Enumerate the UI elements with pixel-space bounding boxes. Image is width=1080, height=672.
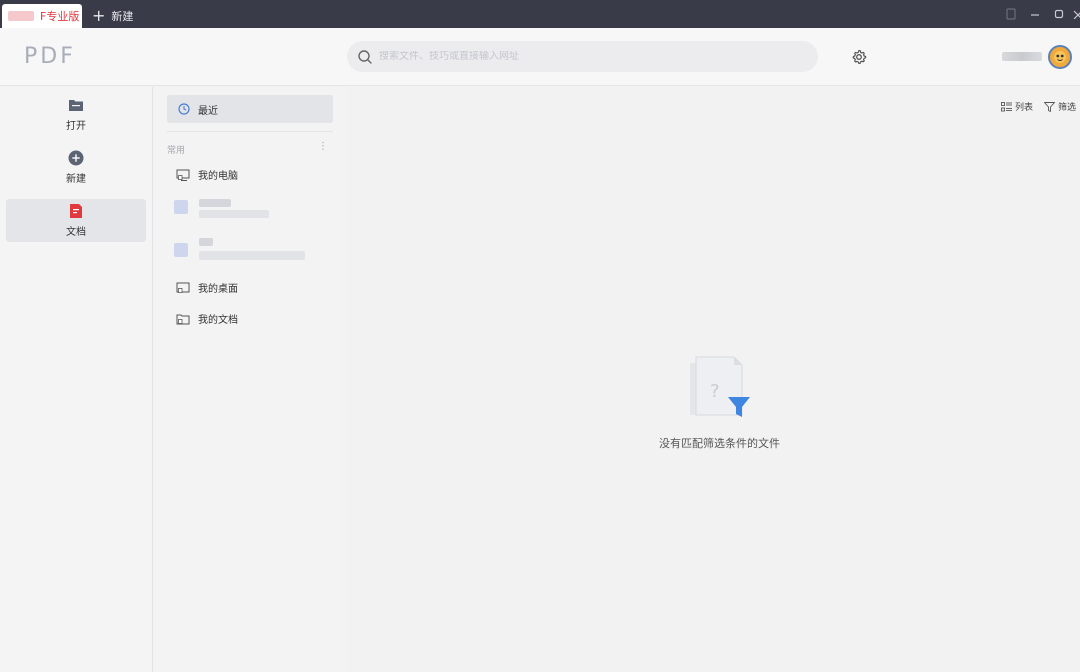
folder-open-icon	[69, 100, 83, 111]
filter-icon	[1044, 101, 1055, 112]
new-tab-button[interactable]: + 新建	[92, 4, 133, 28]
new-tab-label: 新建	[111, 10, 134, 23]
nav-label-documents: 文档	[66, 227, 86, 238]
blurred-folder-icon	[174, 243, 188, 257]
empty-state-message: 没有匹配筛选条件的文件	[659, 437, 780, 450]
search-bar[interactable]	[347, 41, 818, 72]
more-vertical-icon[interactable]: ⋮	[318, 142, 328, 152]
folder-item-my-documents[interactable]: 我的文档	[176, 311, 238, 326]
main-content: 列表 筛选 ? 没有匹配筛选条件的文件	[346, 87, 1080, 672]
tab-label: F专业版	[40, 10, 80, 23]
list-icon	[1001, 101, 1012, 111]
folder-label: 我的桌面	[198, 284, 238, 295]
avatar[interactable]	[1048, 45, 1072, 69]
blurred-folder-name	[199, 238, 213, 246]
list-view-button[interactable]: 列表	[1001, 100, 1033, 113]
nav-item-documents[interactable]: 文档	[6, 199, 146, 242]
avatar-face-icon	[1054, 51, 1066, 63]
search-icon	[358, 49, 372, 64]
folder-item-my-desktop[interactable]: 我的桌面	[176, 280, 238, 295]
blurred-folder-path	[199, 210, 269, 218]
divider	[167, 131, 333, 132]
search-input[interactable]	[379, 51, 779, 62]
filter-button[interactable]: 筛选	[1044, 100, 1076, 113]
computer-icon	[176, 169, 190, 181]
app-header: PDF	[0, 28, 1080, 86]
plus-icon: +	[92, 6, 106, 25]
tab-pdf-pro[interactable]: F专业版	[2, 4, 82, 28]
window-doc-icon[interactable]	[1004, 5, 1018, 23]
filter-label: 筛选	[1058, 103, 1077, 113]
plus-circle-icon	[68, 150, 84, 166]
documents-folder-icon	[176, 314, 190, 324]
blurred-folder-icon	[174, 200, 188, 214]
folder-panel: 最近 常用 ⋮ 我的电脑 我的桌面 我的文档	[154, 87, 346, 672]
recent-label: 最近	[198, 105, 218, 117]
list-view-label: 列表	[1015, 103, 1034, 113]
close-icon[interactable]	[1072, 5, 1080, 23]
minimize-icon[interactable]	[1028, 5, 1042, 23]
section-label-common: 常用	[167, 146, 186, 156]
empty-state-illustration: ?	[690, 356, 750, 417]
nav-label-open: 打开	[66, 121, 86, 132]
folder-label: 我的文档	[198, 315, 238, 326]
folder-label: 我的电脑	[198, 171, 238, 182]
nav-item-new[interactable]: 新建	[6, 146, 146, 189]
nav-label-new: 新建	[66, 174, 86, 185]
app-logo: PDF	[24, 44, 76, 69]
svg-text:?: ?	[710, 381, 720, 402]
clock-icon	[178, 103, 190, 115]
document-icon	[70, 204, 82, 218]
tab-app-icon	[8, 11, 34, 21]
title-bar: F专业版 + 新建	[0, 0, 1080, 28]
nav-item-open[interactable]: 打开	[6, 93, 146, 136]
folder-item-my-computer[interactable]: 我的电脑	[176, 167, 238, 182]
blurred-folder-path	[199, 251, 305, 260]
recent-item[interactable]: 最近	[167, 95, 333, 123]
maximize-icon[interactable]	[1052, 5, 1066, 23]
gear-icon[interactable]	[851, 49, 867, 65]
desktop-icon	[176, 282, 190, 293]
left-nav: 打开 新建 文档	[0, 87, 153, 672]
user-name[interactable]	[1002, 52, 1042, 61]
blurred-folder-name	[199, 199, 231, 207]
